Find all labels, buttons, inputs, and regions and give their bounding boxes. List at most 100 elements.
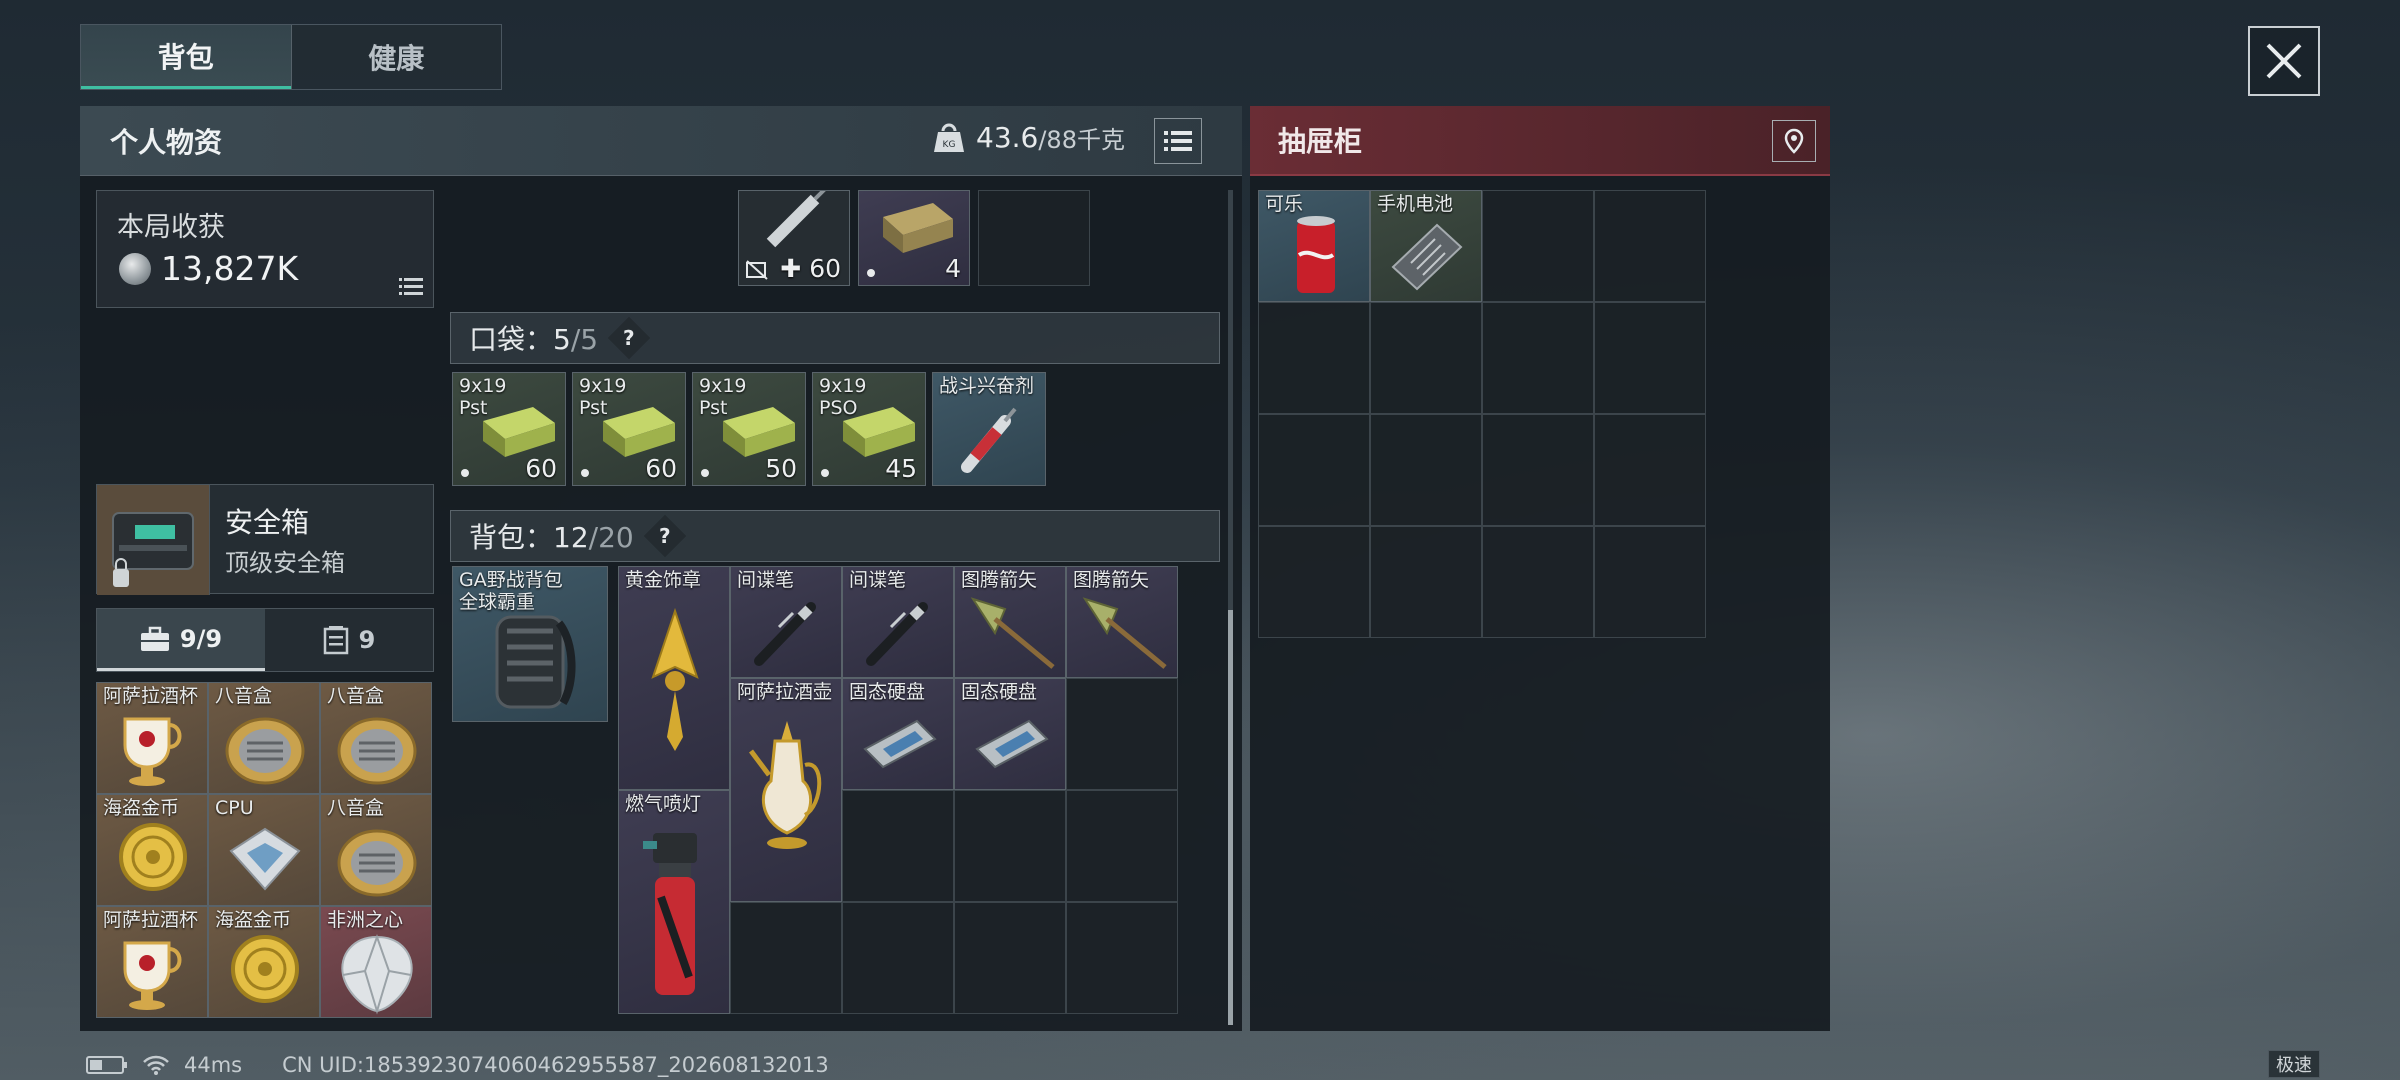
inventory-scroll-thumb[interactable]: [1228, 610, 1233, 1025]
item-count: 45: [885, 454, 917, 483]
backpack-equip-slot[interactable]: GA野战背包 全球霸重: [452, 566, 608, 722]
backpack-item-slot[interactable]: 间谍笔: [730, 566, 842, 678]
safe-item-slot[interactable]: 非洲之心: [320, 906, 432, 1018]
empty-slot[interactable]: [1482, 190, 1594, 302]
backpack-item-slot[interactable]: 间谍笔: [842, 566, 954, 678]
backpack-item-slot[interactable]: 固态硬盘: [842, 678, 954, 790]
pocket-item-slot[interactable]: 战斗兴奋剂: [932, 372, 1046, 486]
spy-pen-icon: [754, 602, 816, 666]
tab-safe-items[interactable]: 9/9: [97, 609, 265, 671]
backpack-total: /20: [588, 521, 634, 554]
empty-slot[interactable]: [1594, 414, 1706, 526]
tab-safe-items-label: 9/9: [179, 624, 223, 653]
pocket-item-slot[interactable]: 9x19 Pst 50: [692, 372, 806, 486]
safe-box-slot[interactable]: 安全箱 顶级安全箱: [96, 484, 434, 595]
tab-backpack[interactable]: 背包: [81, 25, 291, 89]
pocket-item-slot[interactable]: 9x19 Pst 60: [572, 372, 686, 486]
item-name: 八音盒: [215, 685, 273, 707]
item-name: 图腾箭矢: [961, 569, 1038, 591]
spy-pen-icon: [866, 602, 928, 666]
cabinet-icon: [323, 626, 348, 655]
blowtorch-icon: [643, 833, 697, 995]
backpack-header: 背包：12/20 ?: [450, 510, 1220, 562]
empty-slot[interactable]: [1482, 526, 1594, 638]
locate-button[interactable]: [1772, 120, 1816, 162]
backpack-item-slot[interactable]: 阿萨拉酒壶: [730, 678, 842, 902]
item-name: 可乐: [1265, 193, 1304, 215]
safe-box-name: 安全箱: [225, 506, 310, 539]
pocket-item-slot[interactable]: 9x19 PSO 45: [812, 372, 926, 486]
empty-slot[interactable]: [1370, 302, 1482, 414]
pocket-item-slot[interactable]: 9x19 Pst 60: [452, 372, 566, 486]
item-name: 9x19 PSO: [819, 375, 867, 419]
safe-item-slot[interactable]: 八音盒: [320, 682, 432, 794]
empty-slot[interactable]: [1370, 414, 1482, 526]
backpack-item-slot[interactable]: 燃气喷灯: [618, 790, 730, 1014]
safe-item-slot[interactable]: 阿萨拉酒杯: [96, 906, 208, 1018]
empty-slot[interactable]: [1594, 302, 1706, 414]
tab-cabinet-items[interactable]: 9: [265, 609, 433, 671]
backpack-item-slot[interactable]: 黄金饰章: [618, 566, 730, 790]
ammo-dot: [821, 469, 829, 477]
item-name: 燃气喷灯: [625, 793, 702, 815]
backpack-item-slot[interactable]: 固态硬盘: [954, 678, 1066, 790]
empty-slot[interactable]: [1482, 302, 1594, 414]
container-tabs: 9/9 9: [96, 608, 434, 672]
empty-slot[interactable]: [1258, 302, 1370, 414]
safe-item-slot[interactable]: 阿萨拉酒杯: [96, 682, 208, 794]
inventory-menu-button[interactable]: [1154, 118, 1202, 164]
coin-icon: [119, 253, 151, 285]
empty-slot[interactable]: [1258, 414, 1370, 526]
close-button[interactable]: [2248, 26, 2320, 96]
pocket-header: 口袋：5/5 ?: [450, 312, 1220, 364]
safe-item-slot[interactable]: 海盗金币: [96, 794, 208, 906]
backpack-help-button[interactable]: ?: [643, 514, 686, 558]
uid-text: CN UID:1853923074060462955587_2026081320…: [282, 1053, 829, 1077]
empty-slot[interactable]: [1594, 190, 1706, 302]
ssd-icon: [863, 719, 937, 769]
item-name: 黄金饰章: [625, 569, 702, 591]
session-loot-box[interactable]: 本局收获 13,827K: [96, 190, 434, 308]
pocket-help-button[interactable]: ?: [607, 316, 651, 360]
safe-item-slot[interactable]: 海盗金币: [208, 906, 320, 1018]
item-count: 50: [765, 454, 797, 483]
gold-coin-icon: [231, 935, 299, 1003]
drawer-item-slot[interactable]: 可乐: [1258, 190, 1370, 302]
gold-coin-icon: [119, 823, 187, 891]
safe-item-slot[interactable]: 八音盒: [320, 794, 432, 906]
item-name: CPU: [215, 797, 254, 819]
item-count: 4: [945, 254, 961, 283]
tab-health[interactable]: 健康: [290, 25, 502, 89]
gold-emblem-icon: [651, 607, 699, 751]
safe-item-slot[interactable]: CPU: [208, 794, 320, 906]
empty-slot[interactable]: [1482, 414, 1594, 526]
empty-slot[interactable]: [978, 190, 1090, 286]
item-name: 阿萨拉酒壶: [737, 681, 833, 703]
empty-slot[interactable]: [730, 902, 842, 1014]
cpu-chip-icon: [229, 827, 301, 891]
safe-box-subtitle: 顶级安全箱: [225, 549, 345, 577]
empty-slot[interactable]: [1370, 526, 1482, 638]
safe-item-slot[interactable]: 八音盒: [208, 682, 320, 794]
weight-max: /88千克: [1038, 126, 1125, 154]
inventory-item-slot[interactable]: 4: [858, 190, 970, 286]
backpack-item-slot[interactable]: 图腾箭矢: [1066, 566, 1178, 678]
empty-slot[interactable]: [1066, 790, 1178, 902]
empty-slot[interactable]: [1594, 526, 1706, 638]
tab-cabinet-items-label: 9: [358, 626, 376, 654]
empty-slot[interactable]: [1066, 678, 1178, 790]
empty-slot[interactable]: [954, 790, 1066, 902]
inventory-item-slot[interactable]: ✚ 60: [738, 190, 850, 286]
empty-slot[interactable]: [954, 902, 1066, 1014]
no-repair-icon: [746, 260, 768, 280]
ammo-dot: [581, 469, 589, 477]
drawer-item-slot[interactable]: 手机电池: [1370, 190, 1482, 302]
item-name: 海盗金币: [103, 797, 180, 819]
heal-icon: ✚: [780, 254, 802, 283]
empty-slot[interactable]: [842, 902, 954, 1014]
backpack-item-slot[interactable]: 图腾箭矢: [954, 566, 1066, 678]
empty-slot[interactable]: [1066, 902, 1178, 1014]
empty-slot[interactable]: [1258, 526, 1370, 638]
backpack-icon: [495, 615, 576, 709]
empty-slot[interactable]: [842, 790, 954, 902]
